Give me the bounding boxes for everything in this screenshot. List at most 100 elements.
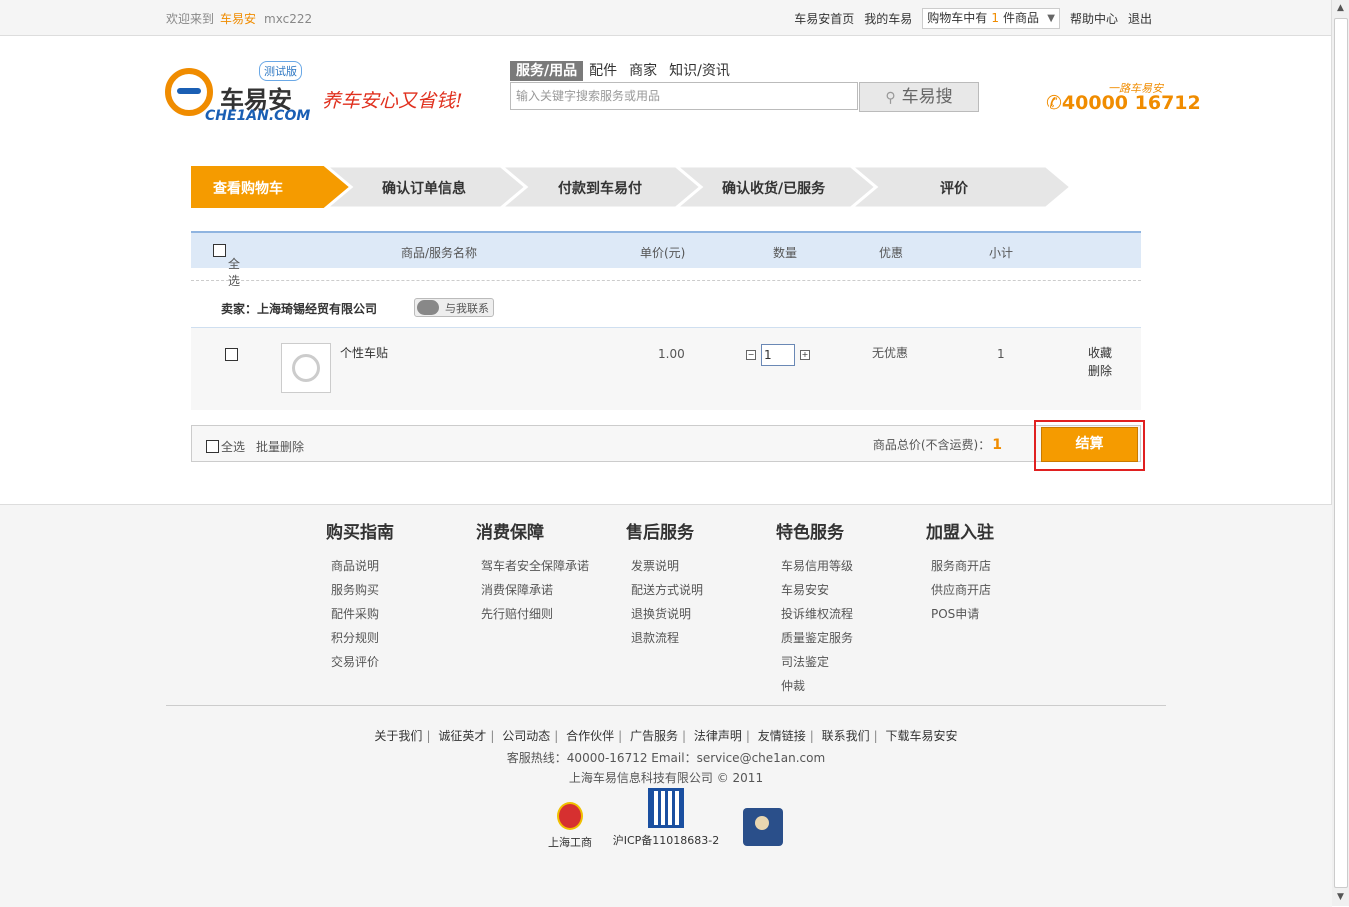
footer-link[interactable]: 先行赔付细则 [481,605,589,629]
my-account-link[interactable]: 我的车易 [864,12,912,26]
icp-badge[interactable]: 沪ICP备11018683-2 [610,788,722,848]
footer-col-guide: 购买指南 商品说明 服务购买 配件采购 积分规则 交易评价 [326,518,394,677]
minus-icon[interactable]: − [746,350,756,360]
footer-link[interactable]: 司法鉴定 [781,653,853,677]
checkout-steps: 查看购物车 确认订单信息 付款到车易付 确认收货/已服务 评价 [191,166,1071,208]
search-tab-parts[interactable]: 配件 [583,61,623,81]
checkbox-icon[interactable] [213,244,226,257]
footer-link[interactable]: 配件采购 [331,605,394,629]
footer-link[interactable]: 驾车者安全保障承诺 [481,557,589,581]
select-all-label: 全选 [228,257,241,288]
logout-link[interactable]: 退出 [1128,12,1152,26]
beta-badge: 测试版 [259,61,302,81]
footer-link[interactable]: 发票说明 [631,557,703,581]
cart-prefix: 购物车中有 [927,11,988,25]
footer-link[interactable]: 配送方式说明 [631,581,703,605]
footer-link[interactable]: POS申请 [931,605,994,629]
help-center-link[interactable]: 帮助中心 [1070,12,1118,26]
select-all-footer[interactable]: 全选 [206,438,245,455]
footer-bottom-link[interactable]: 关于我们 [374,729,422,743]
delete-link[interactable]: 删除 [1088,362,1112,379]
footer-col-guarantee: 消费保障 驾车者安全保障承诺 消费保障承诺 先行赔付细则 [476,518,589,629]
footer-bottom-link[interactable]: 下载车易安安 [886,729,958,743]
item-thumbnail[interactable] [281,343,331,393]
chat-icon [417,300,439,315]
scroll-up-icon[interactable]: ▲ [1332,0,1349,17]
footer-link[interactable]: 消费保障承诺 [481,581,589,605]
vertical-scrollbar[interactable]: ▲ ▼ [1331,0,1349,906]
search-button-label: 车易搜 [901,87,953,107]
footer-bottom-link[interactable]: 合作伙伴 [566,729,614,743]
footer-link[interactable]: 仲裁 [781,677,853,701]
search-icon: ⚲ [885,90,896,106]
scroll-down-icon[interactable]: ▼ [1332,889,1349,906]
icp-label: 沪ICP备11018683-2 [612,834,720,847]
quantity-stepper: − 1 + [746,344,810,366]
home-link[interactable]: 车易安首页 [794,10,854,27]
business-license-badge[interactable]: 上海工商 [540,802,600,850]
footer-bottom-link[interactable]: 广告服务 [630,729,678,743]
footer-bottom-link[interactable]: 公司动态 [502,729,550,743]
welcome-text: 欢迎来到 车易安 mxc222 [166,10,312,27]
favorite-link[interactable]: 收藏 [1088,344,1112,361]
item-checkbox[interactable] [225,348,238,361]
checkbox-icon[interactable] [206,440,219,453]
batch-delete-link[interactable]: 批量删除 [256,438,304,455]
item-discount: 无优惠 [872,346,909,360]
footer-link[interactable]: 车易信用等级 [781,557,853,581]
footer-link[interactable]: 交易评价 [331,653,394,677]
footer-bottom-link[interactable]: 联系我们 [822,729,870,743]
brand-link[interactable]: 车易安 [220,12,256,26]
footer-link[interactable]: 投诉维权流程 [781,605,853,629]
step-confirm-receipt: 确认收货/已服务 [722,181,826,197]
footer-col-join: 加盟入驻 服务商开店 供应商开店 POS申请 [926,518,994,629]
footer-bottom-link[interactable]: 诚征英才 [438,729,486,743]
step-review: 评价 [940,181,968,197]
police-badge[interactable] [740,808,786,846]
footer-divider [166,705,1166,706]
emblem-icon [557,802,583,830]
top-bar: 欢迎来到 车易安 mxc222 车易安首页 我的车易 购物车中有 1 件商品 ▼ 帮助中… [0,0,1332,36]
select-all-footer-label: 全选 [221,440,246,454]
footer-link[interactable]: 商品说明 [331,557,394,581]
footer-link[interactable]: 供应商开店 [931,581,994,605]
item-subtotal: 1 [997,347,1005,361]
footer-col-title: 特色服务 [776,523,844,543]
username: mxc222 [264,12,313,26]
footer-link[interactable]: 服务商开店 [931,557,994,581]
col-qty: 数量 [773,246,798,260]
hotline-number: ✆40000 16712 [1046,92,1201,114]
footer-link[interactable]: 服务购买 [331,581,394,605]
contact-seller-button[interactable]: 与我联系 [414,298,494,317]
footer-col-title: 加盟入驻 [926,523,994,543]
search-tab-services[interactable]: 服务/用品 [510,61,584,81]
cart-count: 1 [991,11,999,25]
footer-bottom-link[interactable]: 友情链接 [758,729,806,743]
col-name: 商品/服务名称 [401,246,478,260]
phone-icon: ✆ [1046,92,1062,114]
footer-link[interactable]: 退换货说明 [631,605,703,629]
footer-bottom-link[interactable]: 法律声明 [694,729,742,743]
footer-link[interactable]: 质量鉴定服务 [781,629,853,653]
search-tab-merchants[interactable]: 商家 [623,61,663,81]
search-input[interactable]: 输入关键字搜索服务或用品 [510,82,858,110]
logo-en-text: CHE1AN.COM [205,108,311,124]
contact-label: 与我联系 [445,302,489,315]
select-all-header[interactable]: 全选 [213,244,240,288]
search-tab-knowledge[interactable]: 知识/资讯 [663,61,736,81]
quantity-input[interactable]: 1 [761,344,795,366]
checkout-button[interactable]: 结算 [1041,427,1138,462]
footer-link[interactable]: 积分规则 [331,629,394,653]
search-button[interactable]: ⚲ 车易搜 [859,82,979,112]
scroll-thumb[interactable] [1334,18,1348,888]
footer-link[interactable]: 车易安安 [781,581,853,605]
footer-link[interactable]: 退款流程 [631,629,703,653]
plus-icon[interactable]: + [800,350,810,360]
cart-item-row: 个性车贴 1.00 − 1 + 无优惠 1 收藏 删除 [191,327,1141,410]
total-price: 商品总价(不含运费)： 1 [873,436,1002,453]
footer-col-title: 购买指南 [326,523,394,543]
divider [191,280,1141,281]
checkout-highlight: 结算 [1034,420,1145,471]
item-name-link[interactable]: 个性车贴 [340,344,388,361]
cart-dropdown[interactable]: 购物车中有 1 件商品 ▼ [922,8,1060,29]
